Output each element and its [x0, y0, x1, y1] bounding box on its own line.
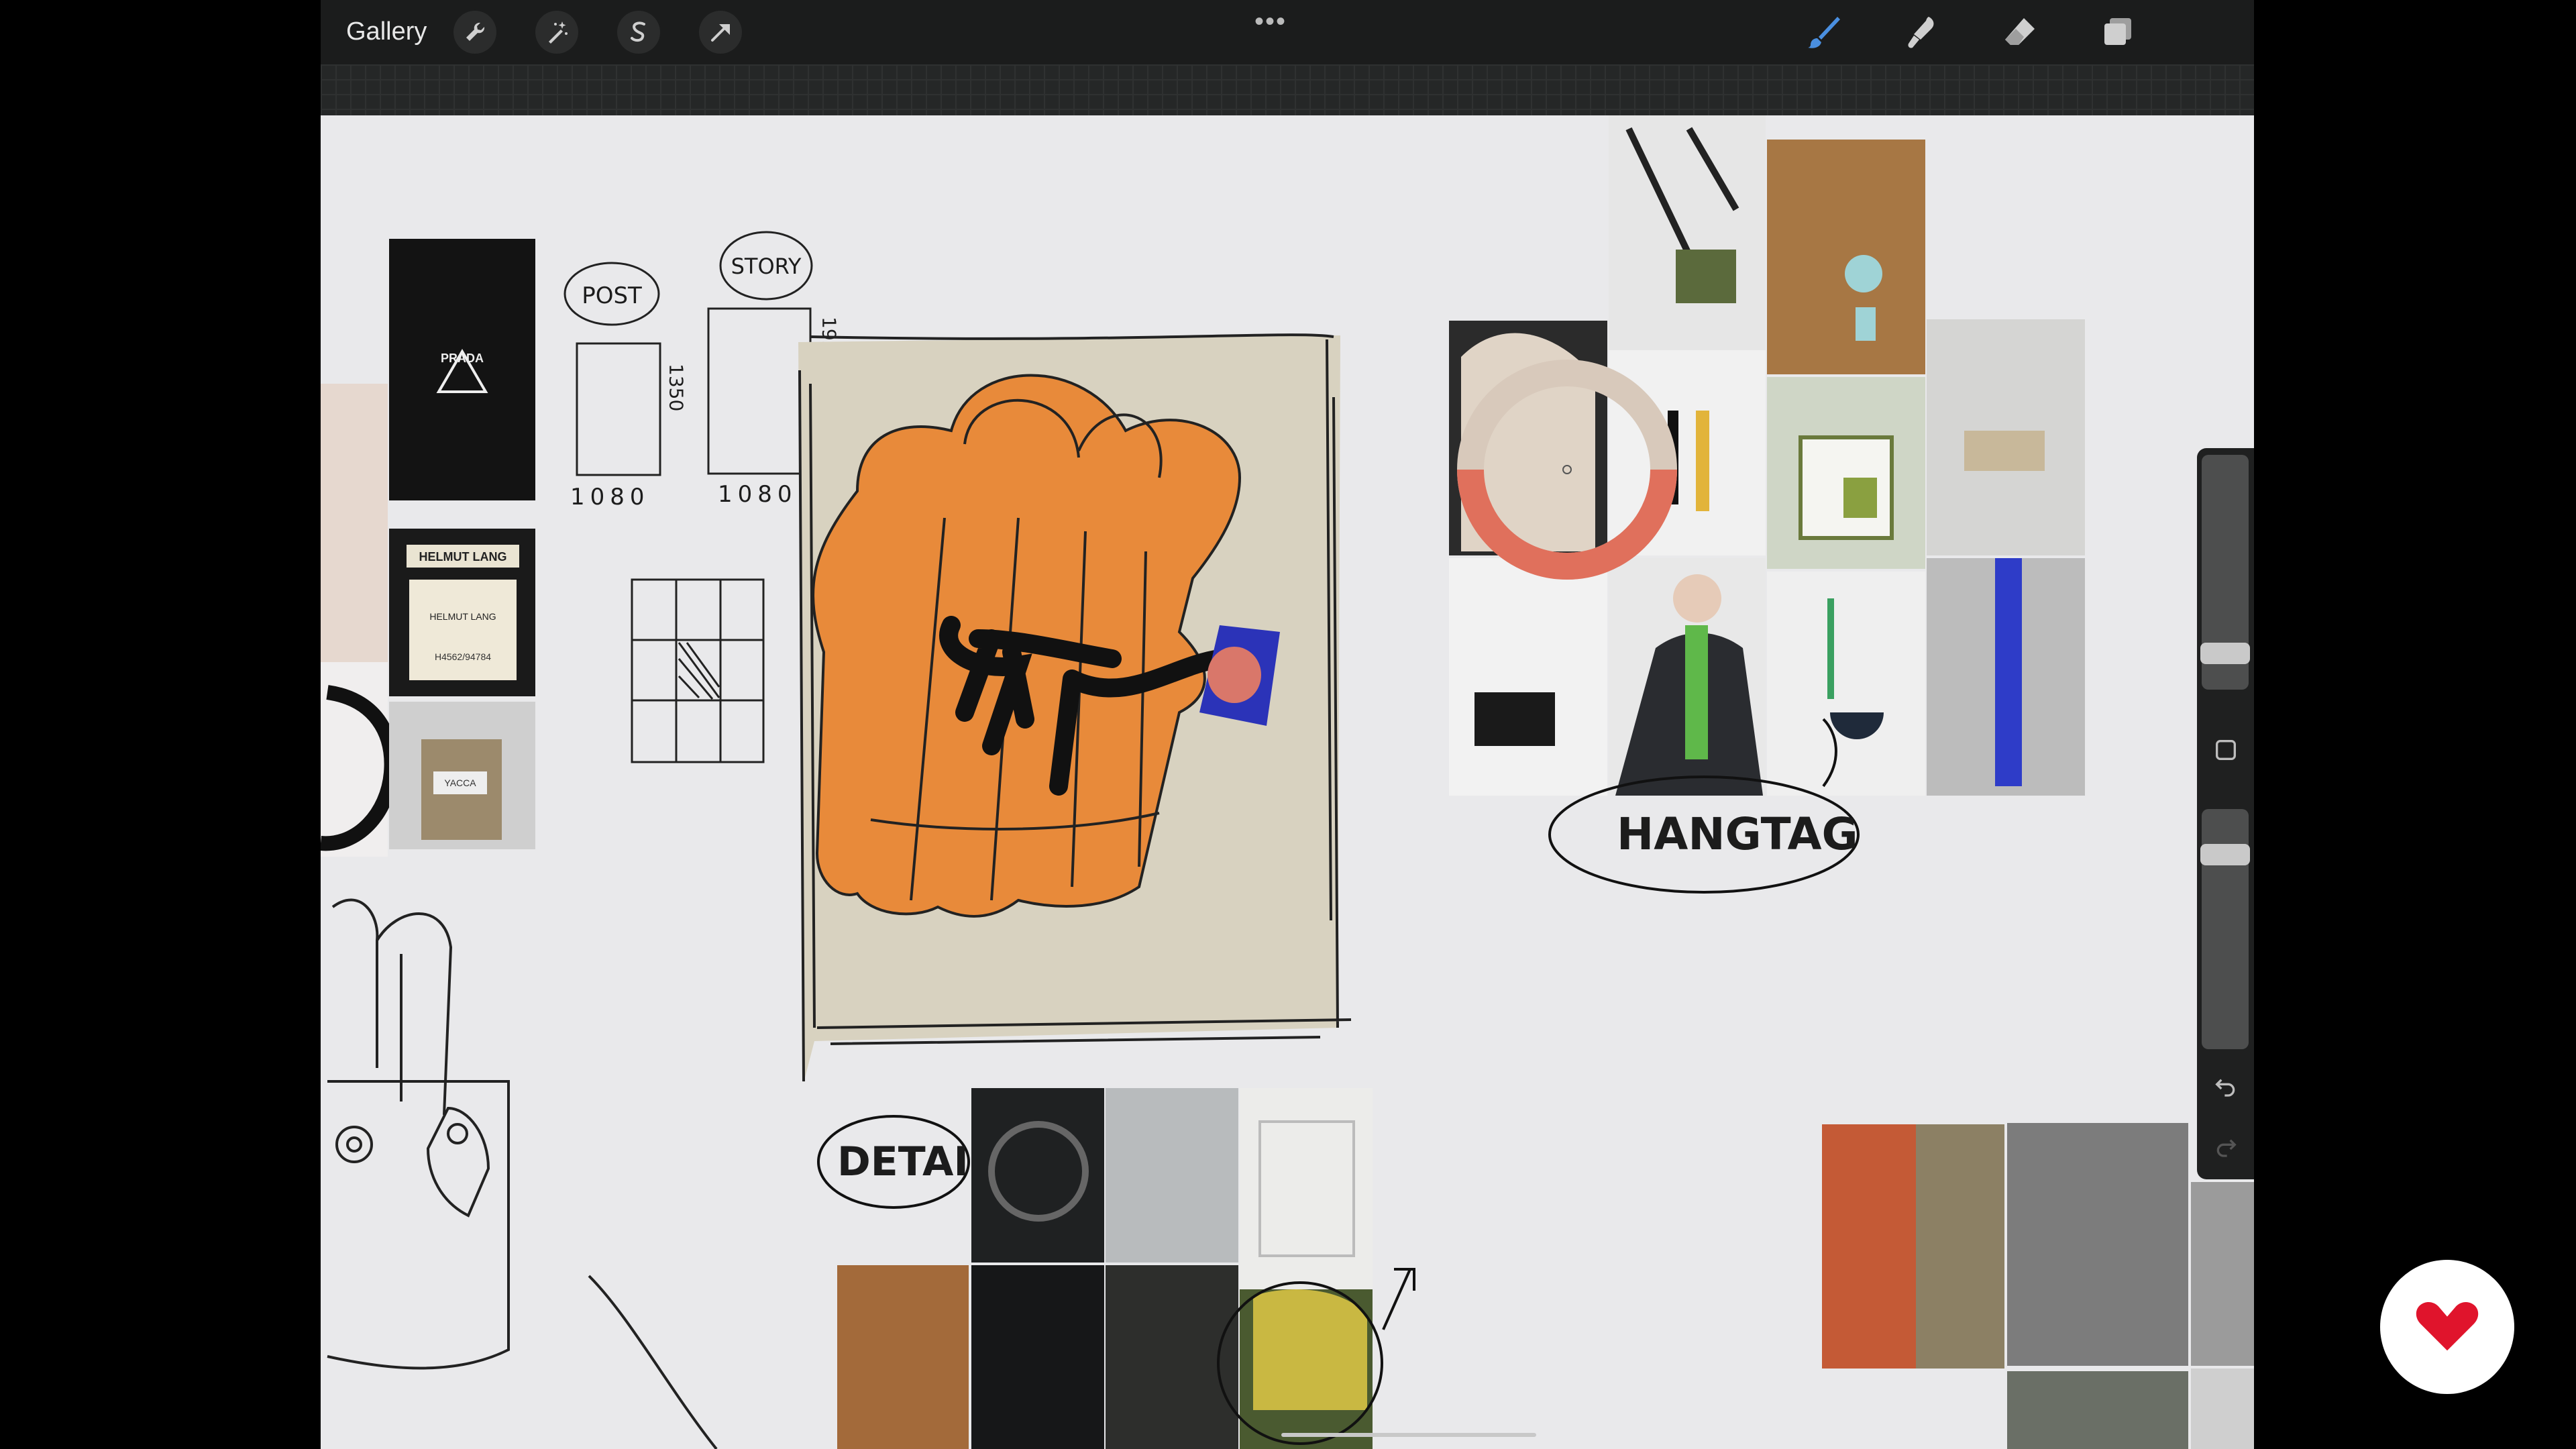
- post-label: POST: [582, 282, 642, 309]
- helmut-lang-tag-2: HELMUT LANG: [429, 611, 496, 622]
- home-indicator: [1281, 1433, 1536, 1437]
- fabric-photo-tweed: [2007, 1123, 2188, 1366]
- moodboard-artwork: PRADA HELMUT LANG HELMUT LANG H4562/9478…: [321, 115, 2254, 1449]
- story-width-label: 1080: [718, 481, 798, 508]
- procreate-app: Gallery ••• PRADA HELMUT LANG HELMUT LAN…: [321, 0, 2254, 1449]
- selection-s-icon[interactable]: [617, 11, 660, 54]
- detail-label: DETAIL: [837, 1138, 994, 1185]
- detail-photo-puffer: [971, 1265, 1104, 1449]
- gallery-button[interactable]: Gallery: [346, 17, 427, 46]
- story-label: STORY: [731, 254, 802, 279]
- fabric-photo-light: [2191, 1368, 2254, 1449]
- more-options-icon[interactable]: •••: [1254, 7, 1287, 37]
- helmut-lang-code: H4562/94784: [435, 651, 491, 662]
- opacity-thumb[interactable]: [2200, 844, 2250, 865]
- bag-patch-pink-shape: [1208, 647, 1261, 703]
- canvas-grid-strip: [321, 64, 2254, 115]
- mood-photo-brown-top: [1767, 140, 1925, 374]
- layers-icon[interactable]: [2094, 9, 2140, 55]
- prada-label-photo: [389, 239, 535, 500]
- detail-photo-trousers: [837, 1265, 969, 1449]
- prada-text: PRADA: [441, 352, 484, 365]
- fabric-photo-fur: [2191, 1182, 2254, 1366]
- post-width-label: 1080: [570, 484, 650, 511]
- drawing-canvas[interactable]: PRADA HELMUT LANG HELMUT LANG H4562/9478…: [321, 115, 2254, 1449]
- mood-photo-white-shirt: [1609, 115, 1766, 350]
- brush-icon[interactable]: [1801, 9, 1846, 55]
- post-frame: [576, 342, 661, 476]
- story-frame: [707, 307, 812, 475]
- undo-icon[interactable]: [2210, 1069, 2242, 1102]
- domestika-heart-icon: [2380, 1260, 2514, 1394]
- transform-arrow-icon[interactable]: [699, 11, 742, 54]
- smudge-icon[interactable]: [1898, 9, 1944, 55]
- magic-wand-icon[interactable]: [535, 11, 578, 54]
- top-toolbar: Gallery •••: [321, 0, 2254, 64]
- fabric-photo-grey: [2007, 1371, 2188, 1449]
- grid-sketch: [631, 578, 765, 763]
- redo-icon[interactable]: [2210, 1130, 2242, 1162]
- brush-size-thumb[interactable]: [2200, 643, 2250, 664]
- embossed-leather-photo: [321, 384, 388, 662]
- hangtag-label: HANGTAG: [1617, 808, 1858, 860]
- detail-photo-knit: [1106, 1088, 1238, 1263]
- mood-photo-pouch: [1767, 572, 1925, 796]
- mood-photo-strap-bag: [1449, 558, 1607, 796]
- helmut-lang-tag-1: HELMUT LANG: [419, 550, 507, 564]
- wrench-icon[interactable]: [453, 11, 496, 54]
- post-height-label: 1350: [665, 364, 688, 411]
- eraser-icon[interactable]: [1996, 9, 2042, 55]
- yacca-text: YACCA: [444, 777, 476, 788]
- modify-button-square-icon[interactable]: [2210, 734, 2242, 766]
